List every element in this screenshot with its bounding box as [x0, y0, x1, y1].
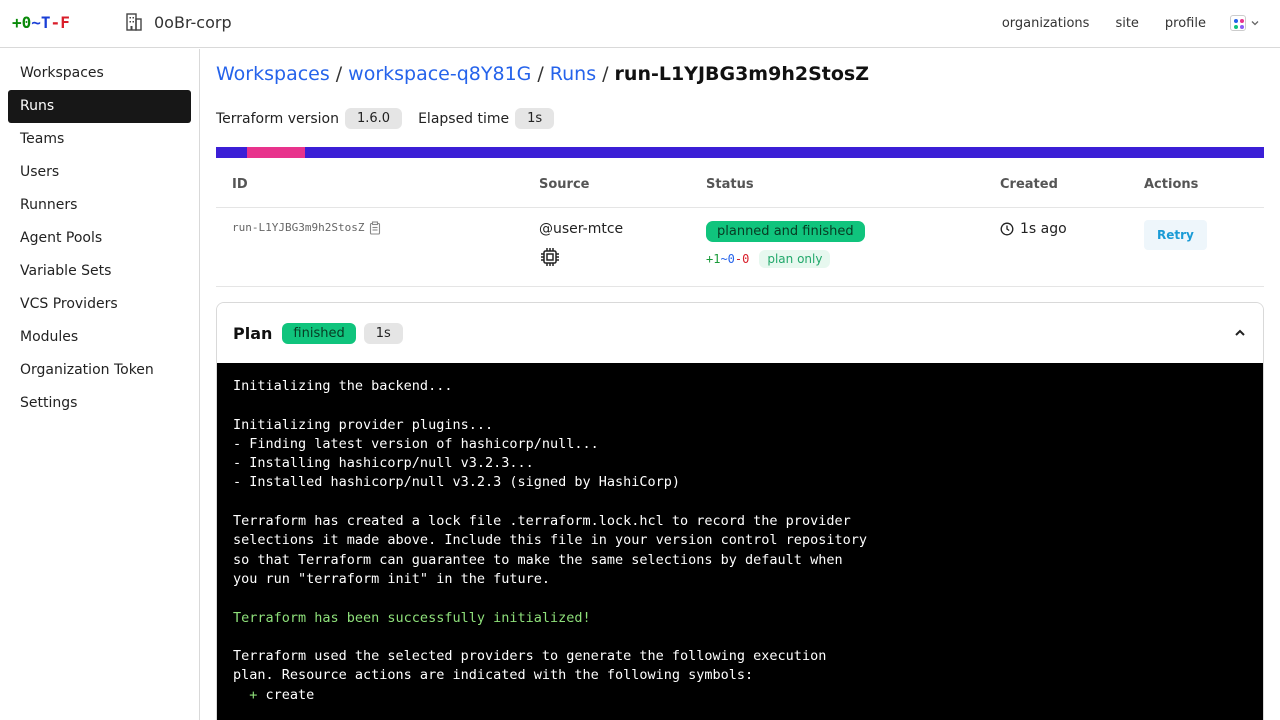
sidebar-item-settings[interactable]: Settings: [8, 387, 191, 420]
terraform-version-badge: 1.6.0: [345, 108, 403, 129]
plan-changes: ~0: [720, 251, 735, 266]
breadcrumb-workspace[interactable]: workspace-q8Y81G: [348, 63, 531, 85]
app-logo[interactable]: +0~T-F: [12, 13, 70, 32]
breadcrumb-separator: /: [537, 63, 544, 85]
plan-panel-header[interactable]: Plan finished 1s: [217, 303, 1263, 363]
sidebar-item-organization-token[interactable]: Organization Token: [8, 354, 191, 387]
top-nav: organizations site profile: [976, 15, 1260, 31]
clipboard-icon[interactable]: [368, 220, 382, 235]
cell-actions: Retry: [1128, 207, 1264, 287]
table-header-row: ID Source Status Created Actions: [216, 163, 1264, 208]
sidebar-item-modules[interactable]: Modules: [8, 321, 191, 354]
nav-organizations[interactable]: organizations: [1002, 16, 1090, 31]
log-line: - Installed hashicorp/null v3.2.3 (signe…: [233, 474, 681, 491]
breadcrumb-workspaces[interactable]: Workspaces: [216, 63, 330, 85]
progress-plan-segment: [247, 147, 305, 158]
log-line: - Finding latest version of hashicorp/nu…: [233, 435, 599, 452]
terraform-version-label: Terraform version: [216, 110, 339, 127]
cell-status: planned and finished +1 ~0 -0 plan only: [690, 207, 984, 287]
log-line: - Installing hashicorp/null v3.2.3...: [233, 455, 534, 472]
plan-only-badge: plan only: [759, 249, 831, 268]
log-line: Initializing the backend...: [233, 378, 453, 394]
column-header-actions: Actions: [1128, 163, 1264, 208]
logo-part-t: T: [40, 13, 51, 32]
nav-profile[interactable]: profile: [1165, 16, 1206, 31]
source-user: @user-mtce: [539, 220, 624, 237]
sidebar-item-agent-pools[interactable]: Agent Pools: [8, 222, 191, 255]
chevron-down-icon: [1251, 21, 1259, 26]
retry-button[interactable]: Retry: [1144, 219, 1207, 250]
sidebar-item-runs[interactable]: Runs: [8, 90, 191, 123]
breadcrumb-separator: /: [335, 63, 343, 85]
chevron-up-icon[interactable]: [1233, 326, 1247, 340]
log-line: Terraform has created a lock file .terra…: [233, 513, 851, 530]
plan-summary: +1 ~0 -0 plan only: [706, 249, 984, 268]
theme-selector[interactable]: [1230, 15, 1260, 31]
created-time: 1s ago: [1020, 220, 1067, 237]
logo-part-change: ~: [31, 13, 41, 32]
logo-part-destroy: -: [50, 13, 61, 32]
log-line: plan. Resource actions are indicated wit…: [233, 667, 754, 684]
logo-part-add: +0: [12, 13, 32, 32]
plan-panel: Plan finished 1s Initializing the backen…: [216, 302, 1264, 720]
log-line: Initializing provider plugins...: [233, 416, 494, 433]
sidebar-item-vcs-providers[interactable]: VCS Providers: [8, 288, 191, 321]
clock-icon: [1000, 222, 1014, 235]
plan-status-badge: finished: [282, 322, 356, 344]
page-title: run-L1YJBG3m9h2StosZ: [614, 63, 869, 85]
runs-table: ID Source Status Created Actions run-L1Y…: [216, 163, 1264, 287]
log-line: + create: [249, 686, 315, 703]
palette-icon: [1230, 15, 1246, 31]
log-line: you run "terraform init" in the future.: [233, 570, 550, 587]
table-row: run-L1YJBG3m9h2StosZ @user-mtce planned …: [216, 207, 1264, 287]
top-bar: +0~T-F 0oBr-corp organizations site prof…: [0, 0, 1280, 48]
plan-log-output: Initializing the backend... Initializing …: [217, 363, 1263, 720]
elapsed-time-label: Elapsed time: [418, 110, 510, 127]
plan-additions: +1: [706, 251, 721, 266]
breadcrumb-runs[interactable]: Runs: [550, 63, 596, 85]
status-badge: planned and finished: [706, 220, 865, 242]
org-name: 0oBr-corp: [154, 12, 232, 32]
org-switcher[interactable]: 0oBr-corp: [124, 12, 232, 32]
plan-destructions: -0: [734, 251, 750, 266]
cell-created: 1s ago: [984, 207, 1128, 287]
sidebar-item-workspaces[interactable]: Workspaces: [8, 57, 191, 90]
building-icon: [126, 13, 142, 31]
breadcrumb-separator: /: [602, 63, 609, 85]
sidebar-item-teams[interactable]: Teams: [8, 123, 191, 156]
nav-site[interactable]: site: [1115, 16, 1138, 31]
log-line: so that Terraform can guarantee to make …: [233, 551, 843, 568]
sidebar: Workspaces Runs Teams Users Runners Agen…: [0, 49, 200, 720]
sidebar-item-users[interactable]: Users: [8, 156, 191, 189]
log-line: selections it made above. Include this f…: [233, 532, 867, 549]
log-line: Terraform has been successfully initiali…: [233, 609, 591, 626]
column-header-created: Created: [984, 163, 1128, 208]
column-header-id: ID: [216, 163, 523, 208]
sidebar-item-variable-sets[interactable]: Variable Sets: [8, 255, 191, 288]
run-id[interactable]: run-L1YJBG3m9h2StosZ: [232, 221, 364, 234]
sidebar-item-runners[interactable]: Runners: [8, 189, 191, 222]
plan-title: Plan: [233, 323, 273, 343]
cpu-chip-icon: [541, 247, 559, 266]
cell-id: run-L1YJBG3m9h2StosZ: [216, 207, 523, 287]
run-progress-bar: [216, 147, 1264, 158]
column-header-source: Source: [523, 163, 690, 208]
plan-duration-badge: 1s: [363, 322, 403, 344]
cell-source: @user-mtce: [523, 207, 690, 287]
logo-part-f: F: [60, 13, 70, 32]
elapsed-time-badge: 1s: [515, 108, 555, 129]
log-line: Terraform used the selected providers to…: [233, 648, 827, 665]
column-header-status: Status: [690, 163, 984, 208]
run-meta: Terraform version 1.6.0 Elapsed time 1s: [216, 108, 555, 129]
breadcrumb: Workspaces / workspace-q8Y81G / Runs / run-L1Y…: [216, 63, 869, 85]
